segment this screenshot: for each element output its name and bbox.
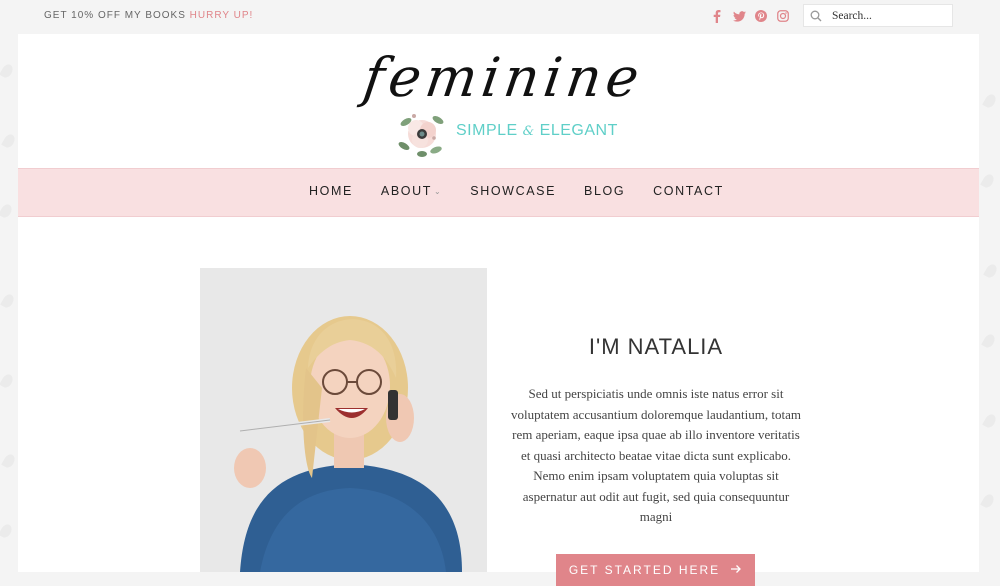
pinterest-icon[interactable] bbox=[754, 9, 768, 23]
about-section: I'M NATALIA Sed ut perspiciatis unde omn… bbox=[508, 334, 804, 541]
promo-text: GET 10% OFF MY BOOKS bbox=[44, 10, 186, 21]
twitter-icon[interactable] bbox=[732, 9, 746, 23]
promo-highlight[interactable]: HURRY UP! bbox=[190, 10, 254, 21]
main-container: feminine SIMPLE & ELEGANT HOME ABOUT ⌄ S… bbox=[18, 34, 979, 586]
nav-item-showcase[interactable]: SHOWCASE bbox=[470, 184, 556, 198]
arrow-right-icon bbox=[730, 563, 742, 577]
flower-icon bbox=[398, 114, 444, 157]
woman-portrait-illustration bbox=[200, 268, 487, 572]
top-bar: GET 10% OFF MY BOOKS HURRY UP! bbox=[0, 0, 1000, 34]
promo-banner[interactable]: GET 10% OFF MY BOOKS HURRY UP! bbox=[44, 10, 253, 21]
main-navigation: HOME ABOUT ⌄ SHOWCASE BLOG CONTACT bbox=[18, 168, 979, 217]
search-input[interactable] bbox=[830, 8, 952, 23]
chevron-down-icon: ⌄ bbox=[433, 186, 443, 196]
nav-item-contact[interactable]: CONTACT bbox=[653, 184, 724, 198]
site-logo[interactable]: feminine SIMPLE & ELEGANT bbox=[360, 46, 648, 166]
facebook-icon[interactable] bbox=[710, 9, 724, 23]
instagram-icon[interactable] bbox=[776, 9, 790, 23]
background-pattern-right bbox=[979, 34, 1000, 572]
search-box[interactable] bbox=[803, 4, 953, 27]
logo-wordmark: feminine bbox=[359, 46, 648, 109]
about-title: I'M NATALIA bbox=[588, 334, 724, 359]
search-icon[interactable] bbox=[810, 8, 826, 24]
site-header: feminine SIMPLE & ELEGANT bbox=[18, 34, 979, 168]
nav-item-blog[interactable]: BLOG bbox=[584, 184, 625, 198]
social-links bbox=[710, 9, 790, 23]
nav-item-about[interactable]: ABOUT ⌄ bbox=[381, 184, 442, 198]
nav-item-about-label: ABOUT bbox=[380, 184, 432, 198]
get-started-button[interactable]: GET STARTED HERE bbox=[556, 554, 755, 586]
get-started-label: GET STARTED HERE bbox=[568, 563, 721, 577]
about-text: Sed ut perspiciatis unde omnis iste natu… bbox=[511, 386, 801, 524]
profile-photo bbox=[200, 268, 487, 572]
logo-tagline: SIMPLE & ELEGANT bbox=[456, 122, 618, 139]
nav-item-home[interactable]: HOME bbox=[309, 184, 353, 198]
background-pattern-left bbox=[0, 34, 18, 572]
nav-menu: HOME ABOUT ⌄ SHOWCASE BLOG CONTACT bbox=[309, 184, 724, 198]
